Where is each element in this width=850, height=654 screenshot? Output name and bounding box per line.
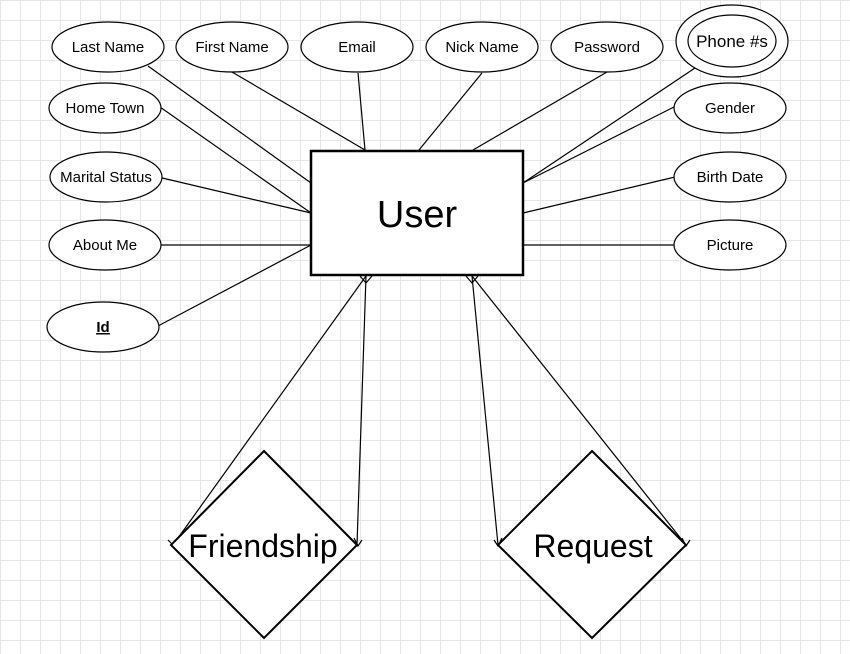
attribute-password[interactable]: Password: [550, 21, 664, 73]
attribute-first-name-label: First Name: [195, 39, 268, 56]
attribute-phone-label: Phone #s: [696, 32, 768, 51]
connector-first-name: [231, 71, 366, 151]
attribute-gender[interactable]: Gender: [673, 82, 787, 134]
connector-phone: [522, 67, 696, 184]
attribute-home-town-label: Home Town: [66, 100, 145, 117]
connector-home-town: [159, 106, 312, 214]
attribute-birth-date-label: Birth Date: [697, 169, 764, 186]
attribute-email[interactable]: Email: [300, 21, 414, 73]
er-diagram: User Last Name First Name Email Nick Nam…: [46, 4, 789, 640]
entity-user[interactable]: User: [309, 149, 525, 277]
attribute-first-name[interactable]: First Name: [175, 21, 289, 73]
attribute-marital-status[interactable]: Marital Status: [49, 151, 163, 203]
attribute-nick-name-label: Nick Name: [445, 39, 518, 56]
attribute-about-me-label: About Me: [73, 237, 137, 254]
attribute-marital-status-label: Marital Status: [60, 169, 152, 186]
entity-user-label: User: [377, 194, 458, 236]
attribute-id-key[interactable]: Id: [46, 301, 160, 353]
relationship-friendship[interactable]: Friendship: [169, 449, 359, 640]
connector-marital-status: [157, 176, 312, 214]
request-left-line: [471, 275, 499, 546]
attribute-home-town[interactable]: Home Town: [48, 82, 162, 134]
connector-gender: [522, 106, 675, 184]
connector-email: [357, 72, 366, 151]
connector-id: [157, 244, 312, 327]
connector-password: [472, 71, 608, 151]
attribute-birth-date[interactable]: Birth Date: [673, 151, 787, 203]
attribute-id-label: Id: [96, 319, 109, 336]
relationship-request-label: Request: [533, 528, 652, 564]
attribute-password-label: Password: [574, 39, 640, 56]
attribute-gender-label: Gender: [705, 100, 755, 117]
attribute-picture[interactable]: Picture: [673, 219, 787, 271]
connector-last-name: [147, 65, 312, 184]
attribute-picture-label: Picture: [707, 237, 754, 254]
relationship-request[interactable]: Request: [496, 449, 688, 640]
relationship-friendship-label: Friendship: [188, 528, 337, 564]
connector-nick-name: [418, 72, 483, 151]
attribute-last-name-label: Last Name: [72, 39, 145, 56]
attribute-phone-multivalued[interactable]: Phone #s: [675, 4, 789, 78]
attribute-email-label: Email: [338, 39, 376, 56]
attribute-about-me[interactable]: About Me: [48, 219, 162, 271]
attribute-last-name[interactable]: Last Name: [51, 21, 165, 73]
friendship-right-line: [356, 275, 367, 546]
connector-birth-date: [522, 176, 676, 214]
attribute-nick-name[interactable]: Nick Name: [425, 21, 539, 73]
